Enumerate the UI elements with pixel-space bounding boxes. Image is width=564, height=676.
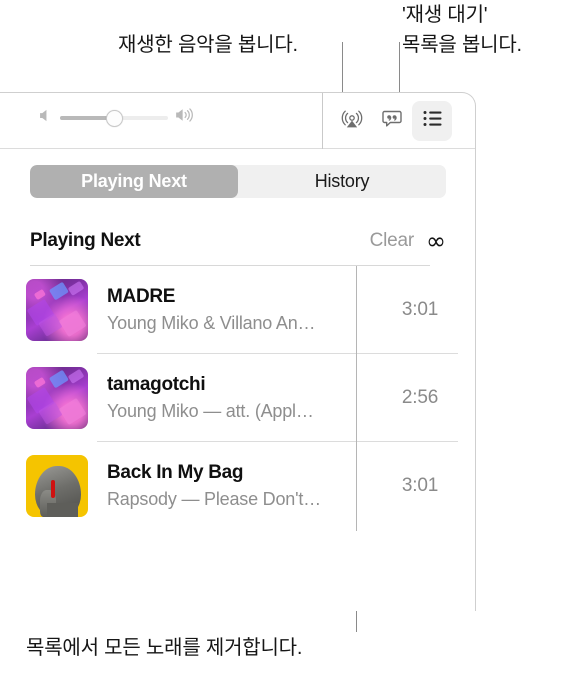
section-actions: Clear ∞ xyxy=(370,229,446,253)
music-queue-panel: Playing Next History Playing Next Clear … xyxy=(0,92,476,611)
lyrics-button[interactable] xyxy=(372,101,412,141)
track-title: tamagotchi xyxy=(107,374,206,395)
volume-slider[interactable] xyxy=(60,109,168,127)
track-title: MADRE xyxy=(107,286,176,307)
screenshot-root: 재생한 음악을 봅니다. '재생 대기' 목록을 봅니다. 목록에서 모든 노래… xyxy=(0,0,564,676)
section-header: Playing Next Clear ∞ xyxy=(30,217,446,265)
queue-list-button[interactable] xyxy=(412,101,452,141)
album-art-madre xyxy=(26,279,88,341)
airplay-button[interactable] xyxy=(332,101,372,141)
lyrics-icon xyxy=(380,107,404,136)
speaker-high-icon xyxy=(175,107,196,128)
track-info: tamagotchi Young Miko — att. (Appl… xyxy=(107,354,364,442)
album-art-back-in-my-bag xyxy=(26,455,88,517)
table-row[interactable]: MADRE Young Miko & Villano An… 3:01 xyxy=(0,266,476,354)
track-subtitle: Young Miko & Villano An… xyxy=(107,313,316,333)
playback-toolbar xyxy=(0,93,475,149)
table-row[interactable]: tamagotchi Young Miko — att. (Appl… 2:56 xyxy=(0,354,476,442)
track-duration: 3:01 xyxy=(401,475,439,496)
table-row[interactable]: Back In My Bag Rapsody — Please Don't… 3… xyxy=(0,442,476,530)
toolbar-icon-group xyxy=(332,101,452,141)
airplay-icon xyxy=(340,107,364,136)
track-subtitle: Rapsody — Please Don't… xyxy=(107,489,321,509)
duration-column-divider xyxy=(356,266,357,531)
album-art-tamagotchi xyxy=(26,367,88,429)
track-subtitle: Young Miko — att. (Appl… xyxy=(107,401,314,421)
callout-queue-line2: 목록을 봅니다. xyxy=(402,34,522,56)
callout-queue-label: '재생 대기' 목록을 봅니다. xyxy=(402,0,522,60)
clear-button[interactable]: Clear xyxy=(370,230,415,252)
volume-control[interactable] xyxy=(38,107,196,128)
segmented-control: Playing Next History xyxy=(30,165,446,198)
track-duration: 3:01 xyxy=(401,299,439,320)
volume-slider-knob[interactable] xyxy=(106,109,123,127)
queue-tabs: Playing Next History xyxy=(30,165,446,198)
queue-list-icon xyxy=(420,106,445,136)
tab-history[interactable]: History xyxy=(238,165,446,198)
section-title: Playing Next xyxy=(30,230,141,251)
track-duration: 2:56 xyxy=(401,387,439,408)
toolbar-divider xyxy=(322,93,323,149)
track-title: Back In My Bag xyxy=(107,462,244,483)
track-info: Back In My Bag Rapsody — Please Don't… xyxy=(107,442,364,530)
callout-clear-label: 목록에서 모든 노래를 제거합니다. xyxy=(26,637,303,659)
track-list: MADRE Young Miko & Villano An… 3:01 tama… xyxy=(0,266,476,530)
track-info: MADRE Young Miko & Villano An… xyxy=(107,266,364,354)
speaker-low-icon xyxy=(38,108,53,128)
tab-playing-next[interactable]: Playing Next xyxy=(30,165,238,198)
callout-queue-line1: '재생 대기' xyxy=(402,4,488,26)
callout-history-label: 재생한 음악을 봅니다. xyxy=(118,34,298,56)
infinity-icon[interactable]: ∞ xyxy=(426,229,446,253)
